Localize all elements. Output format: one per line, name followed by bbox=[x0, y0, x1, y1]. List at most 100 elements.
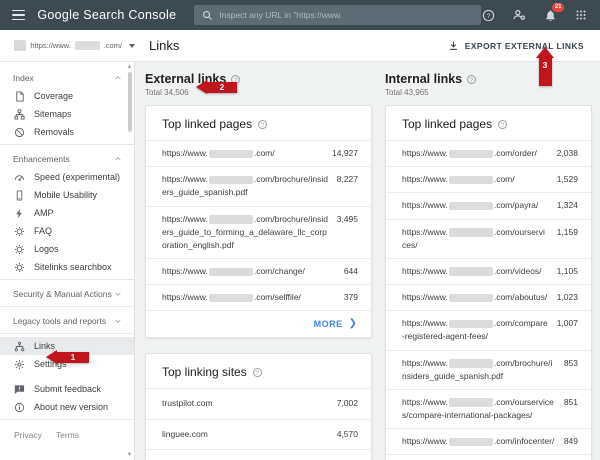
sidebar-footer-links: Privacy Terms bbox=[0, 423, 134, 440]
redacted-domain bbox=[448, 319, 493, 329]
external-links-total: Total 34,506 bbox=[145, 88, 189, 97]
table-row[interactable]: https://www. .com/brochure/insiders_guide… bbox=[146, 205, 371, 259]
link-count: 1,023 bbox=[556, 292, 578, 303]
table-row[interactable]: https://www. .com/payra/ 1,324 bbox=[386, 192, 591, 218]
link-count: 849 bbox=[563, 436, 578, 447]
table-row[interactable]: linguee.com 4,570 bbox=[146, 418, 371, 449]
linked-page-url: https://www. .com/order/ bbox=[402, 148, 537, 158]
scroll-up-icon[interactable]: ▲ bbox=[126, 63, 133, 71]
redacted-domain bbox=[208, 149, 253, 158]
linked-page-url: https://www. .com/brochure/insiders_guide… bbox=[162, 174, 328, 198]
linked-page-url: https://www. .com/ourservices/compare-int… bbox=[402, 396, 554, 421]
divider bbox=[0, 306, 134, 307]
sidebar-scrollbar[interactable]: ▲ ▼ bbox=[126, 62, 133, 460]
annotation-arrow-2-total: 2 bbox=[196, 80, 237, 94]
external-pages-more-link[interactable]: MORE ❯ bbox=[146, 310, 371, 337]
notifications-bell-icon[interactable]: 21 bbox=[543, 3, 564, 22]
table-row[interactable]: https://www. .com/brochure/insiders_guide… bbox=[146, 166, 371, 205]
table-row[interactable]: https://www. .com/order/ 2,038 bbox=[386, 140, 591, 166]
external-top-linked-pages-card: Top linked pages ? https://www. .com/ 14,… bbox=[145, 105, 372, 339]
sidebar-item-about-new-version[interactable]: About new version bbox=[0, 398, 134, 416]
table-row[interactable]: https://www. .com/ourservices/compare-int… bbox=[386, 388, 591, 428]
export-external-links-button[interactable]: EXPORT EXTERNAL LINKS bbox=[442, 36, 590, 55]
terms-link[interactable]: Terms bbox=[56, 430, 79, 440]
table-row[interactable]: trustpilot.com 7,002 bbox=[146, 388, 371, 418]
external-top-linked-pages-table: https://www. .com/ 14,927 https://www. .co… bbox=[146, 140, 371, 310]
privacy-link[interactable]: Privacy bbox=[14, 430, 42, 440]
property-url-suffix: .com/ bbox=[103, 41, 122, 50]
table-row[interactable]: https://www. .com/infocenter/ 849 bbox=[386, 428, 591, 454]
chevron-down-icon bbox=[115, 292, 121, 296]
table-row[interactable]: https://www. .com/videos/ 1,105 bbox=[386, 257, 591, 284]
sidebar-item-sitemaps[interactable]: Sitemaps bbox=[0, 105, 134, 123]
sidebar-item-removals[interactable]: Removals bbox=[0, 123, 134, 141]
sidebar-item-faq[interactable]: FAQ bbox=[0, 222, 134, 240]
redacted-domain bbox=[208, 293, 253, 303]
redacted-domain bbox=[448, 175, 493, 185]
search-input[interactable] bbox=[219, 10, 473, 20]
chevron-up-icon bbox=[115, 157, 121, 161]
table-row[interactable]: linguee.es 3,755 bbox=[146, 448, 371, 460]
internal-pages-more-link[interactable]: MORE ❯ bbox=[386, 454, 591, 460]
sidebar-item-mobile-usability[interactable]: Mobile Usability bbox=[0, 186, 134, 204]
link-count: 1,007 bbox=[556, 318, 578, 329]
help-tooltip-icon[interactable]: ? bbox=[498, 119, 508, 129]
link-count: 2,038 bbox=[556, 148, 578, 158]
sidebar-item-coverage[interactable]: Coverage bbox=[0, 87, 134, 105]
help-tooltip-icon[interactable]: ? bbox=[252, 367, 262, 377]
sidebar-section-enhancements[interactable]: Enhancements bbox=[0, 148, 134, 168]
sidebar-item-logos[interactable]: Logos bbox=[0, 240, 134, 258]
scroll-down-icon[interactable]: ▼ bbox=[126, 451, 133, 459]
sidebar-item-sitelinks-searchbox[interactable]: Sitelinks searchbox bbox=[0, 258, 134, 276]
property-selector[interactable]: https://www. .com/ bbox=[0, 40, 135, 51]
internal-links-column: Internal links ? Total 43,965 Top linked… bbox=[385, 72, 592, 460]
top-bar: Google Search Console ? 21 bbox=[0, 0, 600, 30]
main-content: External links ? Total 34,506 Top linked… bbox=[135, 62, 600, 460]
redacted-domain bbox=[208, 175, 253, 185]
links-icon bbox=[14, 341, 25, 351]
page-header: https://www. .com/ Links EXPORT EXTERNAL… bbox=[0, 30, 600, 62]
sitemaps-icon bbox=[14, 108, 25, 120]
table-row[interactable]: https://www. .com/aboutus/ 1,023 bbox=[386, 284, 591, 310]
svg-text:?: ? bbox=[486, 12, 490, 19]
link-count: 7,002 bbox=[336, 398, 358, 409]
linked-page-url: https://www. .com/payra/ bbox=[402, 200, 539, 211]
help-tooltip-icon[interactable]: ? bbox=[258, 119, 268, 129]
sidebar-section-security-manual-actions[interactable]: Security & Manual Actions bbox=[0, 283, 134, 303]
table-row[interactable]: https://www. .com/ 1,529 bbox=[386, 166, 591, 192]
linked-page-url: https://www. .com/ bbox=[402, 174, 515, 185]
divider bbox=[0, 144, 134, 145]
sidebar-item-speed[interactable]: Speed (experimental) bbox=[0, 168, 134, 186]
scrollbar-thumb[interactable] bbox=[127, 72, 132, 132]
table-row[interactable]: https://www. .com/ourservices/ 1,159 bbox=[386, 218, 591, 258]
card-title: Top linking sites bbox=[162, 365, 247, 380]
sidebar-item-amp[interactable]: AMP bbox=[0, 204, 134, 222]
amp-icon bbox=[16, 208, 22, 218]
table-row[interactable]: https://www. .com/compare-registered-agen… bbox=[386, 310, 591, 349]
table-row[interactable]: https://www. .com/change/ 644 bbox=[146, 258, 371, 284]
faq-icon bbox=[14, 226, 25, 236]
page-title: Links bbox=[149, 38, 180, 53]
download-icon bbox=[448, 40, 459, 51]
menu-icon[interactable] bbox=[12, 9, 26, 21]
sidebar-item-submit-feedback[interactable]: Submit feedback bbox=[0, 380, 134, 398]
internal-links-title: Internal links bbox=[385, 72, 463, 86]
linked-page-url: https://www. .com/infocenter/ bbox=[402, 436, 555, 447]
help-icon[interactable]: ? bbox=[481, 8, 495, 22]
card-title: Top linked pages bbox=[162, 117, 253, 131]
redacted-domain bbox=[448, 149, 493, 158]
table-row[interactable]: https://www. .com/brochure/insiders_guide… bbox=[386, 349, 591, 389]
sidebar-section-legacy-tools[interactable]: Legacy tools and reports bbox=[0, 310, 134, 330]
table-row[interactable]: https://www. .com/selffile/ 379 bbox=[146, 284, 371, 310]
chevron-down-icon bbox=[115, 319, 121, 323]
google-apps-grid-icon[interactable] bbox=[574, 8, 588, 22]
url-inspect-searchbox[interactable] bbox=[194, 5, 481, 25]
manage-users-icon[interactable] bbox=[512, 8, 526, 22]
help-tooltip-icon[interactable]: ? bbox=[467, 74, 477, 84]
internal-top-linked-pages-table: https://www. .com/order/ 2,038 https://ww… bbox=[386, 140, 591, 454]
table-row[interactable]: https://www. .com/ 14,927 bbox=[146, 140, 371, 166]
removals-icon bbox=[14, 127, 25, 137]
sidebar-section-index[interactable]: Index bbox=[0, 67, 134, 87]
redacted-domain bbox=[208, 267, 253, 277]
linked-page-url: https://www. .com/change/ bbox=[162, 266, 305, 277]
